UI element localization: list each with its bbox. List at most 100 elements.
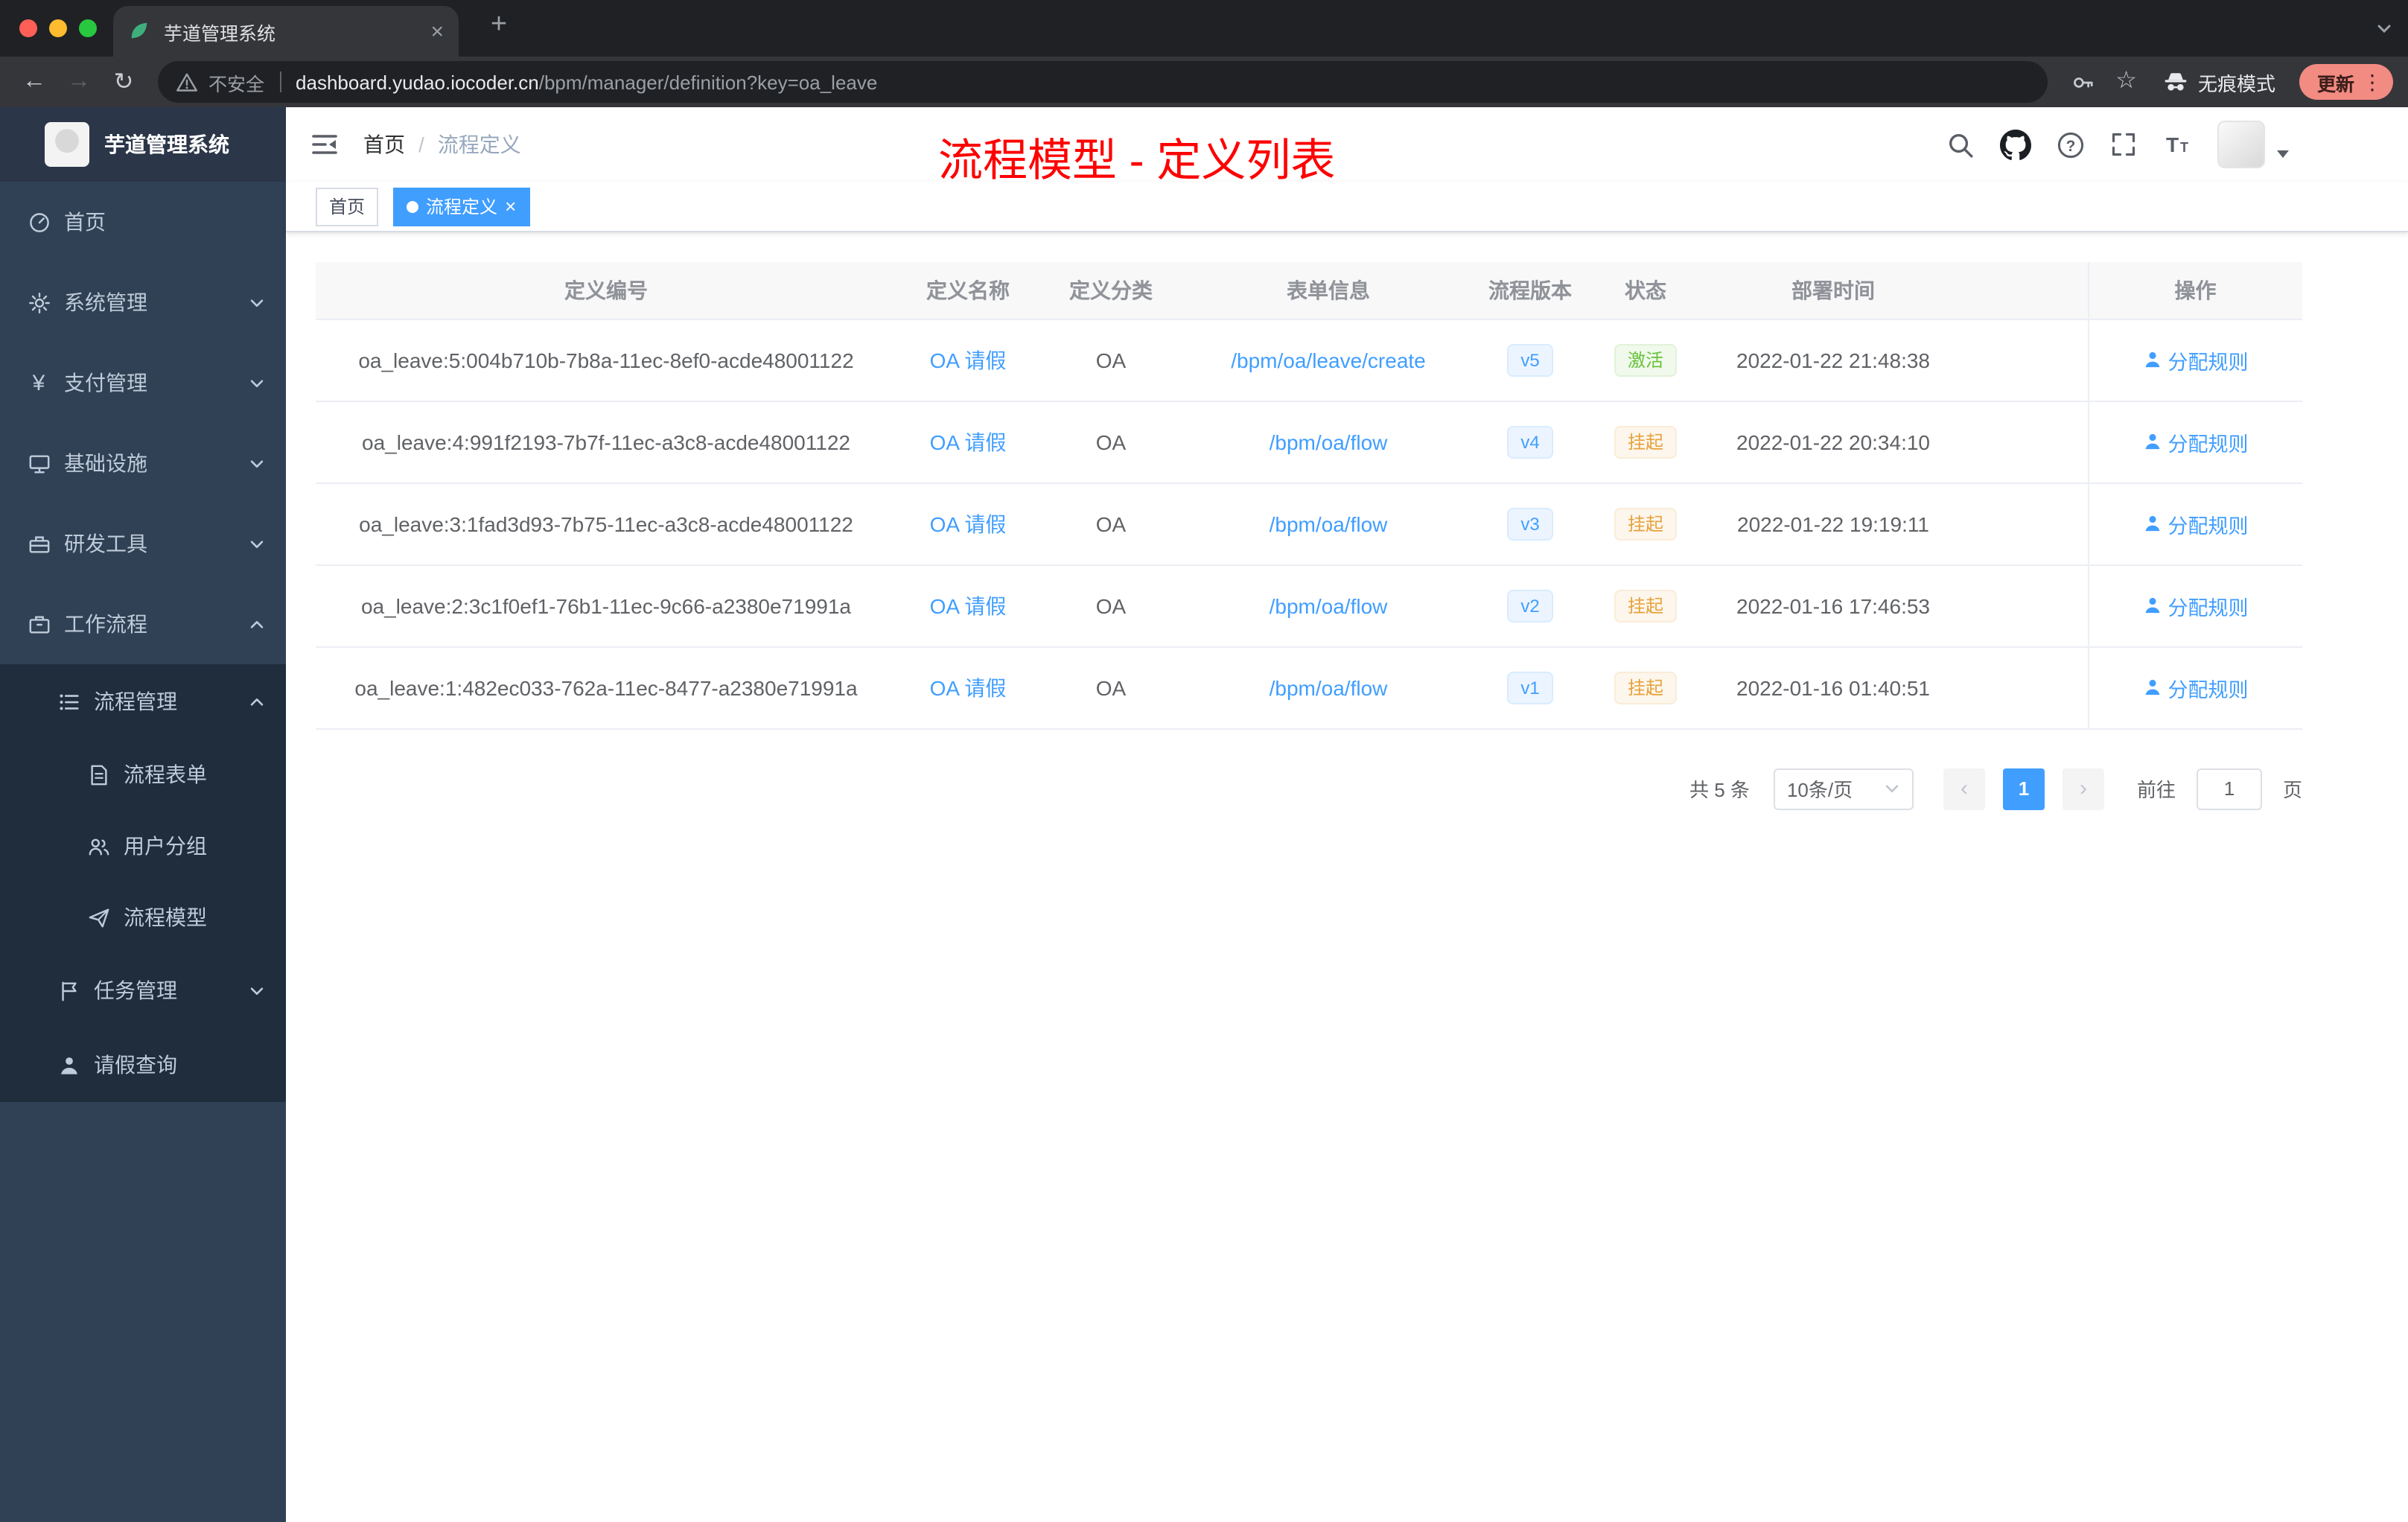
sidebar-item-process-form[interactable]: 流程表单 [0, 739, 286, 810]
tab-list-chevron-icon[interactable] [2375, 19, 2393, 37]
status-badge: 挂起 [1614, 589, 1677, 622]
goto-label: 前往 [2136, 779, 2176, 801]
next-page-button[interactable]: › [2062, 768, 2104, 809]
browser-toolbar: ← → ↻ 不安全 dashboard.yudao.iocoder.cn/bpm… [0, 57, 2408, 107]
top-navbar: 首页 / 流程定义 流程模型 - 定义列表 ? TT [286, 107, 2408, 186]
monitor-icon [27, 451, 51, 475]
category-cell: OA [1039, 319, 1182, 401]
prev-page-button[interactable]: ‹ [1943, 768, 1985, 809]
app-title: 芋道管理系统 [104, 133, 229, 156]
svg-text:?: ? [2066, 137, 2076, 154]
assign-rule-link[interactable]: 分配规则 [2143, 509, 2249, 538]
table-header-row: 定义编号 定义名称 定义分类 表单信息 流程版本 状态 部署时间 操作 [316, 262, 2302, 319]
sidebar-item-task-management[interactable]: 任务管理 [0, 953, 286, 1028]
form-link[interactable]: /bpm/oa/leave/create [1231, 348, 1426, 372]
key-icon[interactable] [2069, 69, 2095, 95]
definition-id-cell: oa_leave:1:482ec033-762a-11ec-8477-a2380… [316, 646, 896, 729]
person-icon [57, 1053, 80, 1077]
tag-close-icon[interactable]: × [505, 197, 516, 216]
active-tag-dot [407, 200, 419, 212]
window-zoom-button[interactable] [79, 19, 97, 37]
chevron-down-icon [249, 375, 265, 391]
sidebar-item-home[interactable]: 首页 [0, 182, 286, 262]
update-button[interactable]: 更新 ⋮ [2299, 64, 2393, 100]
assign-rule-link[interactable]: 分配规则 [2143, 672, 2249, 702]
sidebar-item-workflow[interactable]: 工作流程 [0, 584, 286, 664]
sidebar-item-payment[interactable]: ¥ 支付管理 [0, 343, 286, 423]
breadcrumb-home[interactable]: 首页 [363, 130, 405, 159]
sidebar-item-leave-query[interactable]: 请假查询 [0, 1028, 286, 1102]
user-icon [2143, 432, 2162, 451]
address-bar[interactable]: 不安全 dashboard.yudao.iocoder.cn/bpm/manag… [158, 61, 2048, 103]
sidebar-item-process-management[interactable]: 流程管理 [0, 664, 286, 739]
back-icon[interactable]: ← [15, 69, 54, 95]
definition-name-link[interactable]: OA 请假 [930, 512, 1007, 535]
status-badge: 挂起 [1614, 671, 1677, 704]
deploy-time-cell: 2022-01-16 01:40:51 [1705, 646, 1961, 729]
user-avatar[interactable] [2217, 121, 2265, 168]
app-logo[interactable]: 芋道管理系统 [0, 107, 286, 182]
caret-down-icon[interactable] [2274, 144, 2292, 162]
sidebar-item-infrastructure[interactable]: 基础设施 [0, 423, 286, 503]
window-minimize-button[interactable] [49, 19, 67, 37]
form-link[interactable]: /bpm/oa/flow [1270, 593, 1388, 617]
incognito-badge: 无痕模式 [2162, 68, 2275, 96]
sidebar-item-label: 流程表单 [124, 762, 207, 786]
form-link[interactable]: /bpm/oa/flow [1270, 430, 1388, 453]
refresh-icon[interactable]: ↻ [104, 67, 143, 97]
tag-process-definition[interactable]: 流程定义 × [393, 187, 530, 226]
tab-close-icon[interactable]: × [430, 20, 444, 42]
filler-cell [1961, 483, 2088, 565]
form-link[interactable]: /bpm/oa/flow [1270, 512, 1388, 535]
screenshot-root: 芋道管理系统 × + ← → ↻ 不安全 dashboard.yudao.ioc… [0, 0, 2408, 1522]
chevron-up-icon [249, 693, 265, 710]
svg-text:T: T [2166, 133, 2179, 156]
window-close-button[interactable] [19, 19, 37, 37]
col-definition-name: 定义名称 [896, 262, 1039, 319]
definition-name-link[interactable]: OA 请假 [930, 593, 1007, 617]
tags-view: 首页 流程定义 × [286, 182, 2408, 232]
sidebar-item-process-model[interactable]: 流程模型 [0, 882, 286, 953]
definition-name-link[interactable]: OA 请假 [930, 675, 1007, 699]
assign-rule-link[interactable]: 分配规则 [2143, 427, 2249, 456]
definition-name-link[interactable]: OA 请假 [930, 348, 1007, 372]
sidebar-item-label: 工作流程 [64, 612, 147, 636]
pagination: 共 5 条 10条/页 ‹ 1 › 前往 页 [316, 768, 2302, 809]
users-icon [86, 834, 110, 858]
github-icon[interactable] [2000, 129, 2031, 160]
bookmark-star-icon[interactable]: ☆ [2115, 69, 2137, 94]
form-link[interactable]: /bpm/oa/flow [1270, 675, 1388, 699]
assign-rule-link[interactable]: 分配规则 [2143, 345, 2249, 375]
table-row: oa_leave:3:1fad3d93-7b75-11ec-a3c8-acde4… [316, 483, 2302, 565]
sidebar-item-system[interactable]: 系统管理 [0, 262, 286, 343]
search-icon[interactable] [1946, 130, 1975, 159]
version-tag: v4 [1507, 425, 1553, 458]
page-size-select[interactable]: 10条/页 [1773, 768, 1914, 809]
forward-icon[interactable]: → [60, 69, 98, 95]
goto-page-input[interactable] [2196, 768, 2262, 809]
col-deploy-time: 部署时间 [1705, 262, 1961, 319]
col-actions: 操作 [2087, 262, 2302, 319]
new-tab-button[interactable]: + [480, 9, 518, 42]
category-cell: OA [1039, 401, 1182, 483]
assign-rule-link[interactable]: 分配规则 [2143, 590, 2249, 620]
sidebar-item-devtools[interactable]: 研发工具 [0, 503, 286, 584]
fullscreen-icon[interactable] [2110, 131, 2137, 158]
sidebar-item-label: 用户分组 [124, 834, 207, 858]
tag-home[interactable]: 首页 [316, 187, 379, 226]
version-tag: v2 [1507, 589, 1553, 622]
definition-name-link[interactable]: OA 请假 [930, 430, 1007, 453]
sidebar-item-label: 系统管理 [64, 290, 147, 314]
tab-strip: 芋道管理系统 × + [0, 0, 2408, 57]
question-icon[interactable]: ? [2057, 130, 2085, 159]
browser-menu-icon[interactable]: ⋮ [2362, 71, 2383, 92]
page-1-button[interactable]: 1 [2002, 768, 2045, 809]
filler-cell [1961, 319, 2088, 401]
font-size-icon[interactable]: TT [2162, 130, 2192, 159]
sidebar-item-user-group[interactable]: 用户分组 [0, 810, 286, 882]
yen-icon: ¥ [32, 370, 45, 395]
incognito-icon [2162, 69, 2189, 95]
browser-tab[interactable]: 芋道管理系统 × [113, 6, 459, 57]
hamburger-icon[interactable] [310, 130, 340, 159]
chevron-down-icon [1884, 780, 1900, 797]
